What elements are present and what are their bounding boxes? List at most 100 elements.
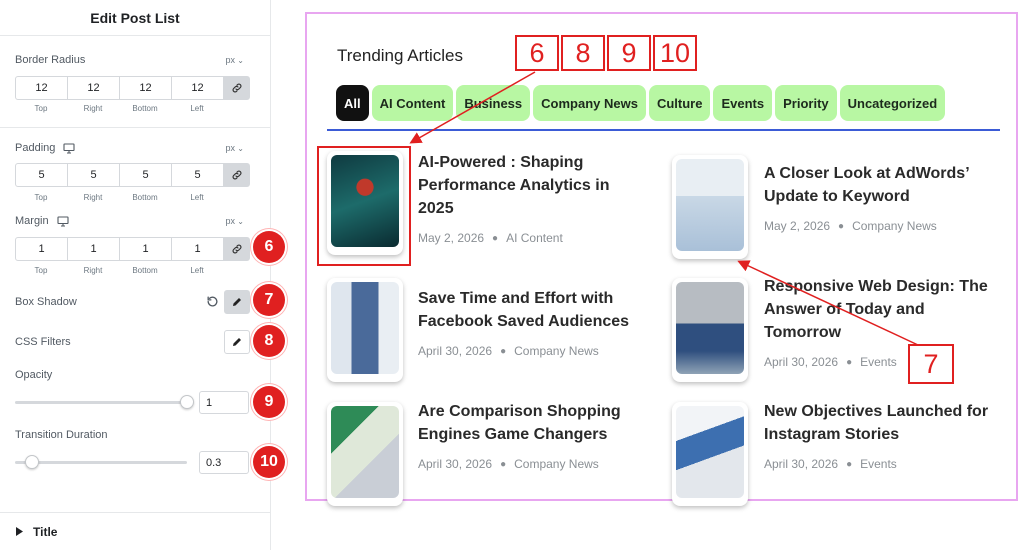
- box-shadow-label: Box Shadow: [15, 296, 77, 308]
- margin-top-input[interactable]: 1: [16, 238, 68, 260]
- transition-duration-label: Transition Duration: [15, 429, 108, 441]
- post-meta: April 30, 2026 ● Company News: [418, 457, 599, 471]
- box-shadow-edit-button[interactable]: [224, 290, 250, 314]
- caption-left: Left: [190, 193, 204, 202]
- tabs-underline: [327, 129, 1000, 131]
- opacity-slider-track[interactable]: [15, 401, 187, 404]
- tab-company-news[interactable]: Company News: [533, 85, 646, 121]
- post-category[interactable]: Events: [860, 355, 897, 369]
- post-title[interactable]: Responsive Web Design: The Answer of Tod…: [764, 275, 1004, 344]
- tab-culture[interactable]: Culture: [648, 85, 711, 121]
- css-filters-label: CSS Filters: [15, 336, 71, 348]
- border-radius-top-input[interactable]: 12: [16, 77, 68, 99]
- title-section-label: Title: [33, 524, 58, 539]
- border-radius-label: Border Radius: [15, 54, 86, 66]
- monitor-icon[interactable]: [57, 215, 69, 227]
- link-icon: [232, 170, 241, 180]
- post-category[interactable]: AI Content: [506, 231, 563, 245]
- post-category[interactable]: Company News: [514, 344, 599, 358]
- caption-top: Top: [34, 266, 48, 275]
- post-meta: April 30, 2026 ● Events: [764, 457, 897, 471]
- post-image: [676, 282, 744, 374]
- opacity-input[interactable]: 1: [199, 391, 249, 414]
- caption-bottom: Bottom: [132, 266, 158, 275]
- caption-bottom: Bottom: [132, 104, 158, 113]
- post-date: May 2, 2026: [418, 231, 485, 245]
- tab-events[interactable]: Events: [713, 85, 773, 121]
- margin-right-input[interactable]: 1: [68, 238, 120, 260]
- padding-unit-select[interactable]: px: [226, 143, 244, 153]
- link-icon: [232, 83, 241, 93]
- post-thumbnail[interactable]: [672, 278, 748, 382]
- link-values-button[interactable]: [224, 164, 249, 186]
- tab-uncategorized[interactable]: Uncategorized: [839, 85, 946, 121]
- panel-title: Edit Post List: [0, 0, 270, 36]
- post-title[interactable]: Are Comparison Shopping Engines Game Cha…: [418, 400, 638, 446]
- edit-panel: Edit Post List Border Radius px 12 12 12…: [0, 0, 285, 550]
- caption-top: Top: [34, 193, 48, 202]
- tab-all[interactable]: All: [336, 85, 369, 121]
- post-list-preview: Trending Articles All AI Content Busines…: [305, 12, 1018, 506]
- post-thumbnail[interactable]: [327, 402, 403, 506]
- post-title[interactable]: New Objectives Launched for Instagram St…: [764, 400, 1009, 446]
- post-title[interactable]: Save Time and Effort with Facebook Saved…: [418, 287, 648, 333]
- post-category[interactable]: Company News: [852, 219, 937, 233]
- border-radius-left-input[interactable]: 12: [172, 77, 224, 99]
- post-meta: May 2, 2026 ● AI Content: [418, 231, 563, 245]
- post-date: April 30, 2026: [418, 457, 493, 471]
- annotation-badge-10: 10: [253, 446, 285, 478]
- post-date: April 30, 2026: [418, 344, 493, 358]
- pencil-icon: [233, 298, 241, 306]
- link-icon: [232, 244, 241, 254]
- annotation-label-8: 8: [561, 35, 605, 71]
- monitor-icon[interactable]: [63, 142, 75, 154]
- padding-left-input[interactable]: 5: [172, 164, 224, 186]
- post-image: [676, 406, 744, 498]
- link-values-button[interactable]: [224, 77, 249, 99]
- annotation-label-6: 6: [515, 35, 559, 71]
- post-title[interactable]: AI-Powered : Shaping Performance Analyti…: [418, 151, 638, 220]
- post-image: [331, 406, 399, 498]
- post-date: May 2, 2026: [764, 219, 831, 233]
- post-category[interactable]: Events: [860, 457, 897, 471]
- opacity-slider-handle[interactable]: [180, 395, 194, 409]
- title-section-toggle[interactable]: Title: [0, 512, 270, 550]
- reset-icon[interactable]: [206, 295, 219, 308]
- caption-right: Right: [83, 104, 103, 113]
- border-radius-bottom-input[interactable]: 12: [120, 77, 172, 99]
- caret-right-icon: [16, 527, 23, 536]
- tab-ai-content[interactable]: AI Content: [371, 85, 454, 121]
- margin-left-input[interactable]: 1: [172, 238, 224, 260]
- tab-business[interactable]: Business: [456, 85, 531, 121]
- post-thumbnail[interactable]: [327, 278, 403, 382]
- caption-right: Right: [83, 193, 103, 202]
- padding-captions: Top Right Bottom Left: [15, 193, 223, 202]
- pencil-icon: [233, 338, 241, 346]
- border-radius-inputs: 12 12 12 12: [15, 76, 250, 100]
- annotation-badge-7: 7: [253, 284, 285, 316]
- annotation-badge-8: 8: [253, 325, 285, 357]
- padding-top-input[interactable]: 5: [16, 164, 68, 186]
- margin-bottom-input[interactable]: 1: [120, 238, 172, 260]
- border-radius-unit-select[interactable]: px: [226, 55, 244, 65]
- link-values-button[interactable]: [224, 238, 249, 260]
- transition-slider-handle[interactable]: [25, 455, 40, 469]
- divider: [0, 127, 270, 128]
- padding-bottom-input[interactable]: 5: [120, 164, 172, 186]
- post-thumbnail[interactable]: [672, 155, 748, 259]
- caption-right: Right: [83, 266, 103, 275]
- css-filters-edit-button[interactable]: [224, 330, 250, 354]
- post-title[interactable]: A Closer Look at AdWords’ Update to Keyw…: [764, 162, 984, 208]
- padding-right-input[interactable]: 5: [68, 164, 120, 186]
- post-category[interactable]: Company News: [514, 457, 599, 471]
- caption-bottom: Bottom: [132, 193, 158, 202]
- post-meta: April 30, 2026 ● Events: [764, 355, 897, 369]
- margin-unit-select[interactable]: px: [226, 216, 244, 226]
- border-radius-captions: Top Right Bottom Left: [15, 104, 223, 113]
- transition-duration-input[interactable]: 0.3: [199, 451, 249, 474]
- border-radius-right-input[interactable]: 12: [68, 77, 120, 99]
- transition-slider-track[interactable]: [15, 461, 187, 464]
- post-thumbnail[interactable]: [672, 402, 748, 506]
- tab-priority[interactable]: Priority: [775, 85, 837, 121]
- caption-left: Left: [190, 104, 204, 113]
